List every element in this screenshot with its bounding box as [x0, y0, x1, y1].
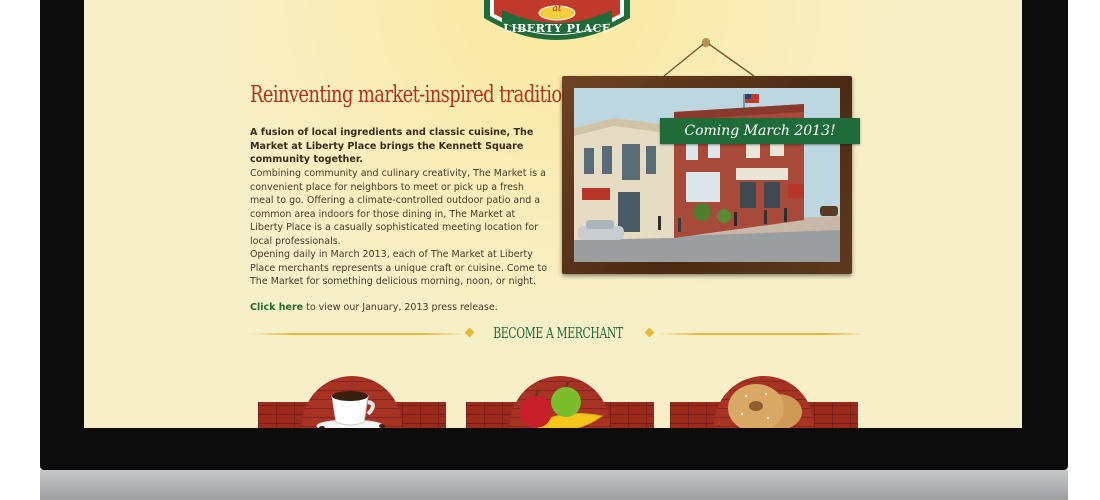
logo-at-text: at: [552, 4, 562, 14]
opening-paragraph: Opening daily in March 2013, each of The…: [250, 249, 548, 287]
page-headline: Reinventing market-inspired traditions: [250, 82, 582, 108]
coming-soon-banner: Coming March 2013!: [660, 118, 860, 144]
description-paragraph: Combining community and culinary creativ…: [250, 168, 546, 247]
merchant-tile-produce[interactable]: [466, 376, 654, 428]
merchant-tile-bakery[interactable]: [670, 376, 858, 428]
liberty-place-logo[interactable]: at LIBERTY PLACE: [482, 0, 632, 48]
logo-name-text: LIBERTY PLACE: [503, 22, 611, 35]
intro-text: A fusion of local ingredients and classi…: [250, 127, 534, 165]
bagel-icon: [728, 384, 802, 428]
merchant-tile-coffee[interactable]: [258, 376, 446, 428]
merchant-divider: BECOME A MERCHANT: [250, 322, 866, 346]
building-picture-frame: [562, 76, 852, 274]
monitor-chin: [40, 470, 1068, 500]
building-illustration: [574, 88, 840, 262]
frame-hook-icon: [702, 38, 710, 46]
fruit-icon: [520, 382, 604, 428]
website-screen: at LIBERTY PLACE Reinventing market-insp…: [84, 0, 1022, 428]
building-image: [574, 88, 840, 262]
coffee-cup-icon: [316, 391, 385, 428]
press-release-text: to view our January, 2013 press release.: [303, 302, 498, 313]
divider-rule-right: [658, 333, 866, 335]
press-release-line: Click here to view our January, 2013 pre…: [250, 301, 550, 315]
press-release-link[interactable]: Click here: [250, 302, 303, 313]
